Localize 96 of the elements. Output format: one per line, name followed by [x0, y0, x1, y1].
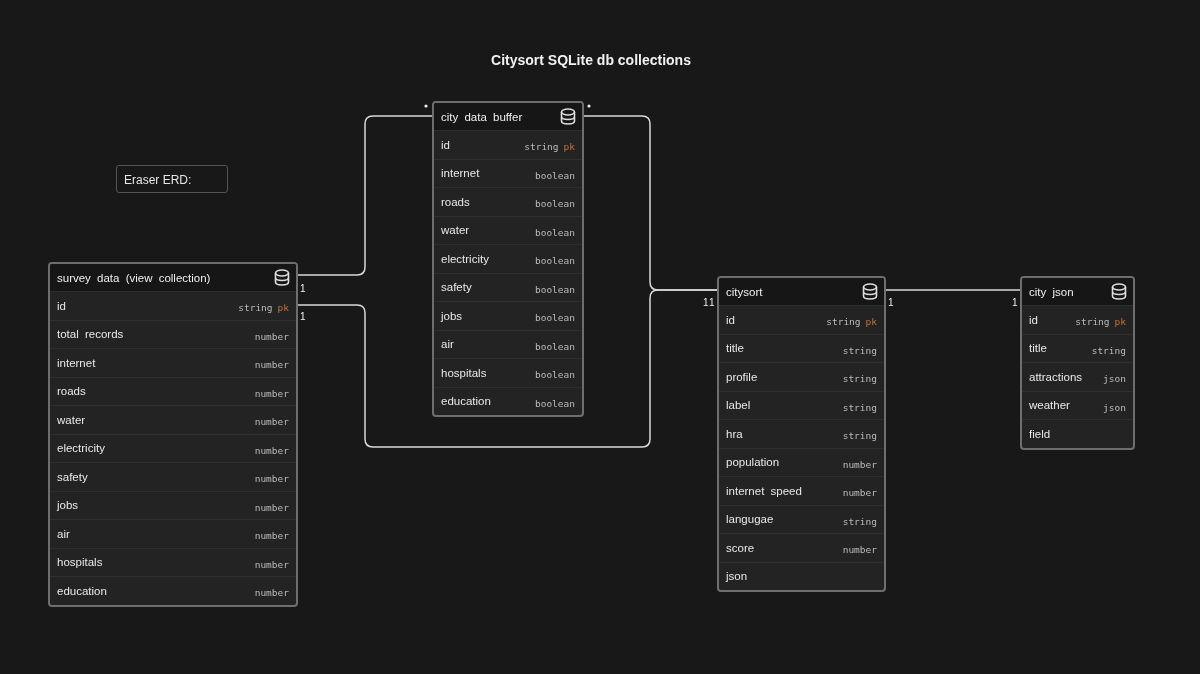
field-type: boolean: [534, 255, 575, 267]
field-type: number: [254, 387, 289, 399]
field-name: id: [441, 138, 450, 151]
table-name: city json: [1029, 285, 1074, 298]
database-icon: [560, 108, 576, 125]
field-type: json: [1103, 401, 1126, 413]
field-type: string: [826, 316, 861, 328]
field-name: water: [441, 224, 470, 237]
field-type: boolean: [534, 340, 575, 352]
field-type: number: [254, 416, 289, 428]
field-type: string: [1075, 316, 1110, 328]
field-name: education: [57, 584, 107, 597]
primary-key-label: pk: [865, 316, 877, 328]
field-name: json: [726, 570, 748, 583]
field-type: json: [1103, 373, 1126, 385]
field-type: number: [254, 330, 289, 342]
field-name: jobs: [57, 499, 79, 512]
field-name: title: [726, 342, 744, 355]
field-type: string: [842, 373, 877, 385]
field-name: electricity: [57, 442, 105, 455]
cardinality-label: 1: [300, 283, 306, 294]
field-type: boolean: [534, 198, 575, 210]
field-type: number: [254, 444, 289, 456]
field-type: number: [842, 544, 877, 556]
database-icon: [274, 269, 290, 286]
field-name: total records: [57, 328, 124, 341]
field-type: number: [842, 487, 877, 499]
field-type: boolean: [534, 169, 575, 181]
field-name: score: [726, 541, 755, 554]
field-name: electricity: [441, 252, 489, 265]
field-name: internet speed: [726, 484, 802, 497]
field-name: hospitals: [441, 366, 487, 379]
field-name: id: [726, 313, 735, 326]
field-name: title: [1029, 342, 1047, 355]
field-type: number: [254, 473, 289, 485]
field-type: number: [254, 501, 289, 513]
field-name: label: [726, 399, 751, 412]
field-name: safety: [57, 470, 88, 483]
field-name: field: [1029, 427, 1051, 440]
field-type: boolean: [534, 369, 575, 381]
entity-table[interactable]: city json id string pk title string attractions json weather json field: [1020, 276, 1135, 450]
field-type: string: [1091, 344, 1126, 356]
field-name: internet: [57, 356, 96, 369]
entity-table[interactable]: city data buffer id string pk internet boolean roads boolean water boolean electricity boolean safety boolean jobs boolean air boolean hospitals boolean education boolean: [432, 101, 584, 417]
table-name: citysort: [726, 285, 763, 298]
primary-key-label: pk: [1114, 316, 1126, 328]
field-name: air: [57, 527, 70, 540]
field-type: string: [842, 430, 877, 442]
entity-table[interactable]: survey data (view collection) id string pk total records number internet number roads number water number electricity number safety number jobs number air number hospitals number education number: [48, 262, 298, 607]
field-type: boolean: [534, 226, 575, 238]
note-label: Eraser ERD:: [116, 165, 228, 193]
field-type: string: [238, 302, 273, 314]
cardinality-label: 1: [703, 297, 709, 308]
diagram-title: Citysort SQLite db collections: [490, 52, 692, 68]
primary-key-label: pk: [277, 302, 289, 314]
field-type: number: [254, 530, 289, 542]
field-name: hra: [726, 427, 743, 440]
field-type: number: [842, 458, 877, 470]
field-type: number: [254, 359, 289, 371]
field-name: education: [441, 395, 491, 408]
field-name: internet: [441, 167, 480, 180]
field-type: number: [254, 587, 289, 599]
field-name: hospitals: [57, 556, 103, 569]
table-name: city data buffer: [441, 110, 523, 123]
dot-marker: [587, 104, 591, 108]
field-name: profile: [726, 370, 758, 383]
field-type: boolean: [534, 397, 575, 409]
field-type: string: [842, 344, 877, 356]
field-type: number: [254, 558, 289, 570]
field-name: roads: [57, 385, 86, 398]
field-name: jobs: [441, 309, 463, 322]
cardinality-label: 1: [300, 311, 306, 322]
field-name: roads: [441, 195, 470, 208]
field-name: attractions: [1029, 370, 1083, 383]
cardinality-label: 1: [888, 297, 894, 308]
primary-key-label: pk: [563, 141, 575, 153]
field-type: string: [842, 515, 877, 527]
field-name: air: [441, 338, 454, 351]
database-icon: [862, 283, 878, 300]
field-name: langugae: [726, 513, 774, 526]
field-name: id: [57, 299, 66, 312]
table-name: survey data (view collection): [57, 271, 211, 284]
field-name: weather: [1029, 399, 1070, 412]
field-type: boolean: [534, 312, 575, 324]
cardinality-label: 1: [709, 297, 715, 308]
database-icon: [1111, 283, 1127, 300]
entity-table[interactable]: citysort id string pk title string profile string label string hra string population number internet speed number langugae string score number json: [717, 276, 886, 592]
field-type: string: [524, 141, 559, 153]
field-name: water: [57, 413, 86, 426]
field-name: id: [1029, 313, 1038, 326]
cardinality-label: 1: [1012, 297, 1018, 308]
field-type: string: [842, 401, 877, 413]
field-type: boolean: [534, 283, 575, 295]
dot-marker: [424, 104, 428, 108]
field-name: population: [726, 456, 780, 469]
field-name: safety: [441, 281, 472, 294]
